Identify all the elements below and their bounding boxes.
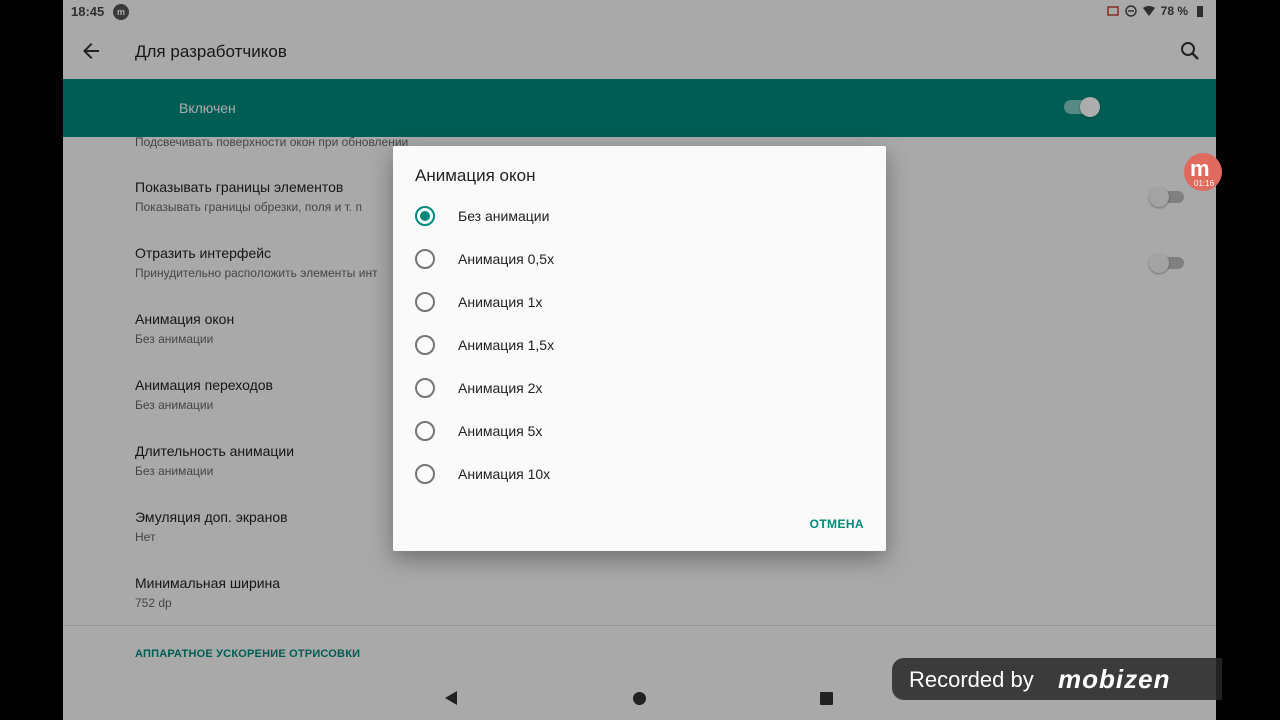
android-screen: 18:45 m 78 % Для разработчиков Включен П…: [63, 0, 1216, 720]
option-label: Анимация 0,5x: [458, 251, 555, 267]
window-animation-dialog: Анимация окон Без анимации Анимация 0,5x…: [393, 146, 886, 551]
dialog-title: Анимация окон: [415, 166, 536, 185]
radio-button[interactable]: [415, 206, 435, 226]
watermark-prefix: Recorded by: [909, 667, 1034, 692]
option-label: Без анимации: [458, 208, 550, 224]
radio-button[interactable]: [415, 249, 435, 269]
radio-button[interactable]: [415, 292, 435, 312]
radio-button[interactable]: [415, 335, 435, 355]
recording-time: 01:16: [1194, 179, 1215, 188]
option-label: Анимация 5x: [458, 423, 543, 439]
recorder-bubble[interactable]: m 01:16: [1184, 153, 1222, 191]
option-label: Анимация 1,5x: [458, 337, 555, 353]
animation-option[interactable]: Без анимации: [415, 201, 855, 231]
recorder-watermark: Recorded by mobizen: [892, 658, 1222, 700]
option-label: Анимация 2x: [458, 380, 543, 396]
animation-option[interactable]: Анимация 0,5x: [415, 244, 855, 274]
option-label: Анимация 10x: [458, 466, 551, 482]
animation-option[interactable]: Анимация 1,5x: [415, 330, 855, 360]
radio-button[interactable]: [415, 464, 435, 484]
radio-button[interactable]: [415, 378, 435, 398]
watermark-brand: mobizen: [1058, 664, 1171, 694]
animation-option[interactable]: Анимация 10x: [415, 459, 855, 489]
option-label: Анимация 1x: [458, 294, 543, 310]
radio-button[interactable]: [415, 421, 435, 441]
animation-option[interactable]: Анимация 5x: [415, 416, 855, 446]
animation-option[interactable]: Анимация 1x: [415, 287, 855, 317]
animation-option[interactable]: Анимация 2x: [415, 373, 855, 403]
cancel-button[interactable]: ОТМЕНА: [810, 517, 864, 531]
